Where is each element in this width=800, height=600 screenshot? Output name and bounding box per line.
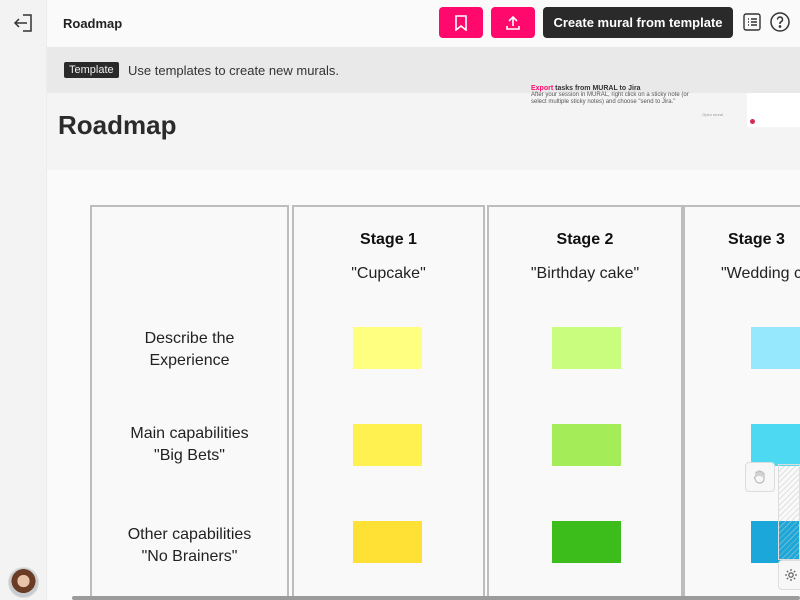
hand-icon	[753, 470, 765, 484]
create-mural-button[interactable]: Create mural from template	[543, 7, 733, 38]
preview-body: After your session in MURAL, right click…	[531, 92, 689, 105]
help-icon	[770, 12, 790, 32]
preview-open-link[interactable]: Open mural	[702, 111, 723, 118]
sticky-note[interactable]	[552, 424, 621, 466]
exit-icon	[13, 14, 32, 32]
stage-title: Stage 2	[556, 231, 614, 248]
share-button[interactable]	[491, 7, 535, 38]
stage-subtitle: "Birthday cake"	[530, 265, 640, 282]
template-preview-card-2[interactable]	[747, 93, 800, 127]
left-sidebar	[0, 0, 47, 600]
sticky-note[interactable]	[353, 424, 422, 466]
preview-title: Export tasks from MURAL to Jira	[531, 85, 731, 92]
row-label-no-brainers: Other capabilities "No Brainers"	[92, 524, 287, 568]
row-label-line: Main capabilities	[130, 425, 249, 442]
row-label-experience: Describe the Experience	[92, 328, 287, 372]
sticky-note[interactable]	[353, 521, 422, 563]
help-button[interactable]	[769, 11, 791, 33]
bookmark-button[interactable]	[439, 7, 483, 38]
row-label-line: Experience	[149, 352, 230, 369]
minimap[interactable]	[778, 464, 800, 560]
row-label-line: "Big Bets"	[154, 447, 225, 464]
gear-icon	[785, 569, 797, 581]
sticky-note[interactable]	[751, 327, 800, 369]
list-icon	[743, 13, 761, 31]
row-label-line: Describe the	[144, 330, 235, 347]
sticky-note[interactable]	[552, 327, 621, 369]
template-preview-card[interactable]: Export tasks from MURAL to Jira After yo…	[531, 85, 731, 123]
mural-logo-icon	[750, 119, 755, 124]
top-bar: Roadmap Create mural from template	[47, 0, 800, 47]
stage-title: Stage 3	[728, 231, 785, 248]
row-labels-column: Describe the Experience Main capabilitie…	[90, 205, 289, 600]
row-label-line: "No Brainers"	[141, 548, 238, 565]
preview-title-rest: tasks from MURAL to Jira	[553, 85, 641, 92]
stage-column-2: Stage 2 "Birthday cake"	[487, 205, 683, 600]
settings-button[interactable]	[778, 560, 800, 590]
template-header: Roadmap Export tasks from MURAL to Jira …	[47, 85, 800, 170]
outline-button[interactable]	[741, 11, 763, 33]
horizontal-scrollbar[interactable]	[72, 596, 800, 600]
sticky-note[interactable]	[552, 521, 621, 563]
sticky-note[interactable]	[353, 327, 422, 369]
row-label-line: Other capabilities	[127, 526, 252, 543]
mural-canvas[interactable]: Describe the Experience Main capabilitie…	[47, 170, 800, 600]
user-avatar[interactable]	[8, 567, 39, 598]
bookmark-icon	[455, 14, 467, 31]
stage-title: Stage 1	[360, 231, 417, 248]
mural-title: Roadmap	[63, 16, 123, 31]
page-title: Roadmap	[58, 110, 177, 140]
row-label-big-bets: Main capabilities "Big Bets"	[92, 423, 287, 467]
exit-button[interactable]	[12, 12, 34, 34]
sticky-note[interactable]	[751, 424, 800, 466]
stage-column-1: Stage 1 "Cupcake"	[292, 205, 485, 600]
template-tag: Template	[64, 62, 119, 78]
stage-subtitle: "Cupcake"	[351, 265, 426, 282]
stage-subtitle: "Wedding cake"	[721, 265, 800, 282]
pan-tool-button[interactable]	[745, 462, 775, 492]
upload-icon	[506, 15, 520, 30]
preview-title-highlight: Export	[531, 85, 554, 92]
banner-text: Use templates to create new murals.	[128, 63, 339, 78]
